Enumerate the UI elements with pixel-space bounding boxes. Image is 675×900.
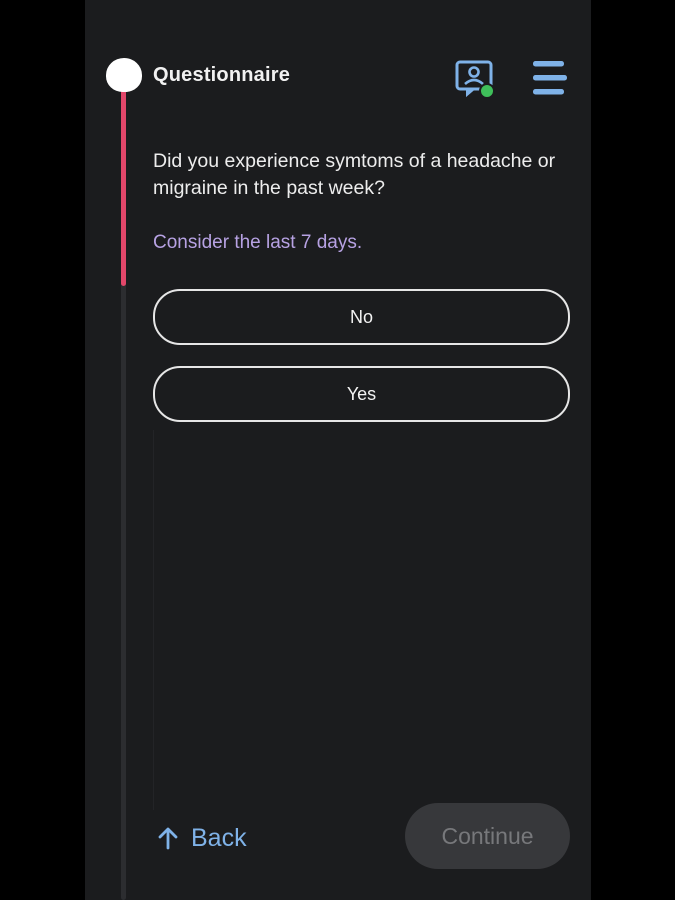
progress-rail-fill bbox=[121, 70, 126, 286]
back-button[interactable]: Back bbox=[157, 818, 247, 858]
continue-button[interactable]: Continue bbox=[405, 803, 570, 869]
option-yes-button[interactable]: Yes bbox=[153, 366, 570, 422]
progress-rail bbox=[121, 70, 126, 900]
page-title: Questionnaire bbox=[153, 64, 291, 86]
option-no-button[interactable]: No bbox=[153, 289, 570, 345]
question-text: Did you experience symtoms of a headache… bbox=[153, 150, 556, 199]
video-consult-icon[interactable] bbox=[454, 59, 498, 101]
back-label: Back bbox=[191, 823, 247, 852]
divider bbox=[153, 430, 154, 810]
hamburger-menu-icon[interactable] bbox=[531, 60, 569, 96]
question-hint: Consider the last 7 days. bbox=[153, 232, 363, 253]
progress-knob bbox=[106, 58, 142, 92]
questionnaire-screen: Questionnaire Did you experience symtoms… bbox=[85, 0, 591, 900]
arrow-up-icon bbox=[158, 827, 178, 850]
